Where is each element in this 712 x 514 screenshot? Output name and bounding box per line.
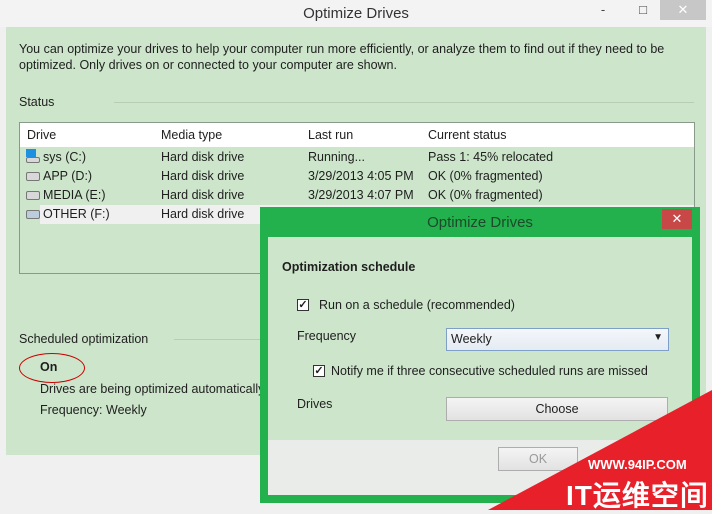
- windows-drive-icon: [26, 149, 36, 157]
- highlight-ellipse: [19, 353, 85, 383]
- watermark-url: WWW.94IP.COM: [588, 457, 687, 472]
- drive-icon: [26, 210, 40, 219]
- status-label: Status: [19, 95, 55, 109]
- current-status: OK (0% fragmented): [428, 169, 543, 183]
- column-media-type[interactable]: Media type: [161, 128, 222, 142]
- ok-button[interactable]: OK: [498, 447, 578, 471]
- choose-button[interactable]: Choose: [446, 397, 668, 421]
- drive-row[interactable]: APP (D:) Hard disk drive 3/29/2013 4:05 …: [20, 167, 694, 186]
- minimize-button[interactable]: -: [586, 0, 620, 20]
- drive-icon: [26, 157, 40, 163]
- schedule-info: Drives are being optimized automatically…: [40, 382, 267, 396]
- frequency-select[interactable]: Weekly ▼: [446, 328, 669, 351]
- current-status: OK (0% fragmented): [428, 188, 543, 202]
- drives-label: Drives: [297, 397, 333, 411]
- notify-label[interactable]: Notify me if three consecutive scheduled…: [331, 364, 648, 378]
- media-type: Hard disk drive: [161, 207, 245, 221]
- last-run: 3/29/2013 4:07 PM: [308, 188, 414, 202]
- drive-name: MEDIA (E:): [43, 188, 106, 202]
- column-current-status[interactable]: Current status: [428, 128, 507, 142]
- drive-icon: [26, 172, 40, 181]
- drive-name: APP (D:): [43, 169, 93, 183]
- schedule-heading: Optimization schedule: [282, 260, 416, 274]
- run-on-schedule-label[interactable]: Run on a schedule (recommended): [319, 298, 515, 312]
- scheduled-optimization-label: Scheduled optimization: [19, 332, 149, 346]
- notify-checkbox[interactable]: ✓: [313, 365, 325, 377]
- chevron-down-icon: ▼: [653, 332, 663, 343]
- list-header: Drive Media type Last run Current status: [20, 123, 694, 147]
- drive-name: OTHER (F:): [43, 207, 110, 221]
- dialog-close-button[interactable]: ✕: [662, 209, 692, 229]
- last-run: Running...: [308, 150, 365, 164]
- drive-row[interactable]: MEDIA (E:) Hard disk drive 3/29/2013 4:0…: [20, 186, 694, 205]
- close-button[interactable]: ✕: [660, 0, 706, 20]
- current-status: Pass 1: 45% relocated: [428, 150, 554, 164]
- schedule-frequency: Frequency: Weekly: [40, 403, 147, 417]
- media-type: Hard disk drive: [161, 169, 245, 183]
- media-type: Hard disk drive: [161, 150, 245, 164]
- dialog-title: Optimize Drives: [427, 214, 533, 231]
- column-last-run[interactable]: Last run: [308, 128, 353, 142]
- title-bar: Optimize Drives - □ ✕: [0, 0, 712, 27]
- maximize-button[interactable]: □: [626, 0, 660, 20]
- drive-name: sys (C:): [43, 150, 87, 164]
- divider: [114, 102, 694, 103]
- last-run: 3/29/2013 4:05 PM: [308, 169, 414, 183]
- column-drive[interactable]: Drive: [27, 128, 56, 142]
- media-type: Hard disk drive: [161, 188, 245, 202]
- divider: [174, 339, 274, 340]
- watermark-name: IT运维空间: [566, 480, 709, 511]
- frequency-value: Weekly: [451, 332, 492, 346]
- run-on-schedule-checkbox[interactable]: ✓: [297, 299, 309, 311]
- drive-row[interactable]: sys (C:) Hard disk drive Running... Pass…: [20, 148, 694, 167]
- description: You can optimize your drives to help you…: [19, 42, 665, 72]
- drive-icon: [26, 191, 40, 200]
- frequency-label: Frequency: [297, 329, 357, 343]
